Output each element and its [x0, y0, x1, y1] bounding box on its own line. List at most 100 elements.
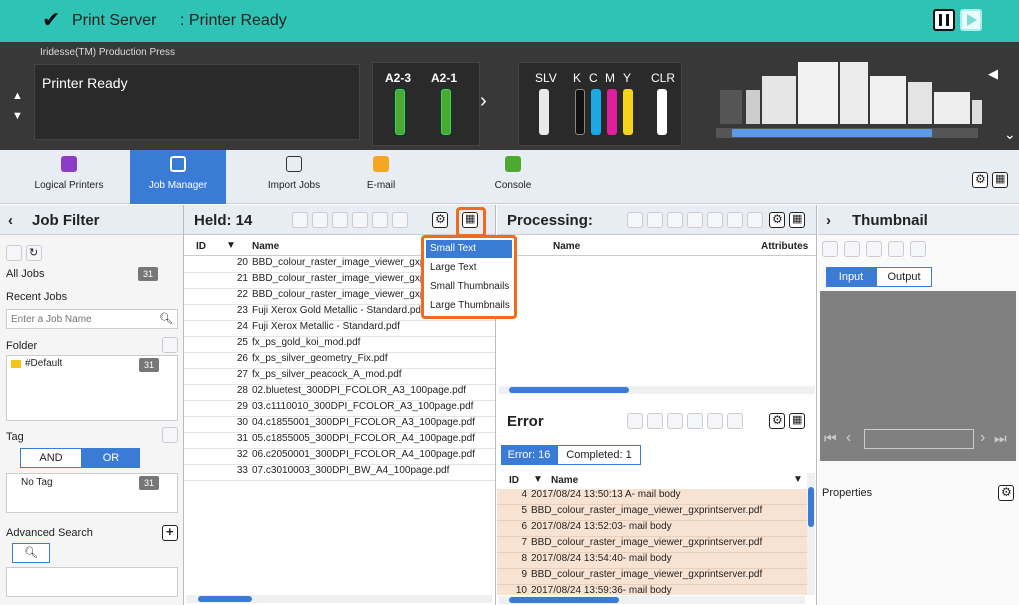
- properties-settings-button[interactable]: ⚙: [998, 485, 1014, 501]
- view-option-item[interactable]: Small Thumbnails: [426, 278, 512, 296]
- copy-button[interactable]: [667, 413, 683, 429]
- proof-button[interactable]: [312, 212, 328, 228]
- release-button[interactable]: [627, 413, 643, 429]
- fit-button[interactable]: [866, 241, 882, 257]
- table-row[interactable]: 7 BBD_colour_raster_image_viewer_gxprints…: [497, 537, 807, 553]
- table-row[interactable]: 30 04.c1855001_300DPI_FCOLOR_A3_100page.p…: [184, 417, 495, 433]
- chevron-down-icon[interactable]: ⌄: [1004, 126, 1016, 143]
- first-page-icon[interactable]: ⏮: [824, 430, 837, 447]
- table-row[interactable]: 4 2017/08/24 13:50:13 A- mail body: [497, 489, 807, 505]
- settings-button[interactable]: ⚙: [769, 413, 785, 429]
- delete-button[interactable]: [707, 413, 723, 429]
- toggle-view-button[interactable]: [6, 245, 22, 261]
- table-row[interactable]: 32 06.c2050001_300DPI_FCOLOR_A4_100page.p…: [184, 449, 495, 465]
- col-name-header[interactable]: Name: [252, 241, 279, 252]
- error-hscroll-thumb[interactable]: [509, 597, 619, 603]
- col-attributes-header[interactable]: Attributes: [761, 241, 808, 252]
- tab-output[interactable]: Output: [876, 267, 932, 287]
- tab-completed[interactable]: Completed: 1: [557, 445, 641, 465]
- processing-hscrollbar[interactable]: [499, 386, 815, 394]
- table-row[interactable]: 8 2017/08/24 13:54:40- mail body: [497, 553, 807, 569]
- last-page-icon[interactable]: ⏭: [994, 430, 1007, 447]
- chevron-right-icon[interactable]: ›: [480, 90, 487, 113]
- back-chevron-icon[interactable]: ‹: [8, 212, 13, 229]
- job-name-search[interactable]: 🔍︎: [6, 309, 178, 329]
- diagram-scroll-thumb[interactable]: [732, 129, 932, 137]
- filter-icon[interactable]: ▼: [533, 474, 543, 485]
- next-page-icon[interactable]: ›: [980, 429, 985, 447]
- table-row[interactable]: 33 07.c3010003_300DPI_BW_A4_100page.pdf: [184, 465, 495, 481]
- search-icon[interactable]: 🔍︎: [159, 312, 173, 325]
- view-options-button[interactable]: ▦: [789, 413, 805, 429]
- table-row[interactable]: 6 2017/08/24 13:52:03- mail body: [497, 521, 807, 537]
- held-scroll-thumb[interactable]: [198, 596, 252, 602]
- spread-button[interactable]: [888, 241, 904, 257]
- diagram-scrollbar[interactable]: [716, 128, 978, 138]
- table-row[interactable]: 25 fx_ps_gold_koi_mod.pdf: [184, 337, 495, 353]
- arrow-up-icon[interactable]: ▲: [12, 90, 23, 102]
- tag-button[interactable]: [162, 427, 178, 443]
- folder-item[interactable]: #Default: [25, 358, 62, 369]
- layout-button[interactable]: ▦: [992, 172, 1008, 188]
- list-button[interactable]: [727, 413, 743, 429]
- held-hscrollbar[interactable]: [186, 595, 492, 603]
- processing-scroll-thumb[interactable]: [509, 387, 629, 393]
- table-row[interactable]: 31 05.c1855005_300DPI_FCOLOR_A4_100page.p…: [184, 433, 495, 449]
- advanced-search-button[interactable]: 🔍︎: [12, 543, 50, 563]
- pause-button[interactable]: [933, 9, 955, 31]
- move-button[interactable]: [352, 212, 368, 228]
- table-row[interactable]: 26 fx_ps_silver_geometry_Fix.pdf: [184, 353, 495, 369]
- tab-job-manager[interactable]: Job Manager: [130, 150, 226, 204]
- move-button[interactable]: [687, 413, 703, 429]
- settings-button[interactable]: ⚙: [432, 212, 448, 228]
- delete-button[interactable]: [372, 212, 388, 228]
- col-name-header[interactable]: Name: [551, 475, 578, 486]
- all-jobs-label[interactable]: All Jobs: [6, 268, 45, 280]
- up-button[interactable]: [687, 212, 703, 228]
- recent-jobs-label[interactable]: Recent Jobs: [6, 291, 67, 303]
- table-row[interactable]: 29 03.c1110010_300DPI_FCOLOR_A3_100page.p…: [184, 401, 495, 417]
- page-number-field[interactable]: [864, 429, 974, 449]
- tab-error[interactable]: Error: 16: [501, 445, 557, 465]
- refresh-button[interactable]: ↻: [26, 245, 42, 261]
- proof-button[interactable]: [647, 413, 663, 429]
- col-id-header[interactable]: ID: [509, 475, 519, 486]
- view-option-item[interactable]: Large Thumbnails: [426, 297, 512, 315]
- tag-and-button[interactable]: AND: [20, 448, 82, 468]
- table-row[interactable]: 24 Fuji Xerox Metallic - Standard.pdf: [184, 321, 495, 337]
- delete-button[interactable]: [727, 212, 743, 228]
- view-option-item[interactable]: Small Text: [426, 240, 512, 258]
- top-button[interactable]: [667, 212, 683, 228]
- add-folder-button[interactable]: [162, 337, 178, 353]
- table-row[interactable]: 27 fx_ps_silver_peacock_A_mod.pdf: [184, 369, 495, 385]
- no-tag-item[interactable]: No Tag: [21, 477, 53, 488]
- release-button[interactable]: [292, 212, 308, 228]
- table-row[interactable]: 9 BBD_colour_raster_image_viewer_gxprints…: [497, 569, 807, 585]
- error-scroll-thumb[interactable]: [808, 487, 814, 527]
- settings-button[interactable]: ⚙: [769, 212, 785, 228]
- table-row[interactable]: 5 BBD_colour_raster_image_viewer_gxprints…: [497, 505, 807, 521]
- list-button[interactable]: [392, 212, 408, 228]
- play-button[interactable]: [822, 241, 838, 257]
- table-row[interactable]: 28 02.bluetest_300DPI_FCOLOR_A3_100page.p…: [184, 385, 495, 401]
- zoom-button[interactable]: [910, 241, 926, 257]
- copy-button[interactable]: [647, 212, 663, 228]
- tab-input[interactable]: Input: [826, 267, 876, 287]
- view-option-item[interactable]: Large Text: [426, 259, 512, 277]
- expand-chevron-icon[interactable]: ›: [826, 212, 831, 229]
- arrow-down-icon[interactable]: ▼: [12, 110, 23, 122]
- view-options-button[interactable]: ▦: [789, 212, 805, 228]
- tab-import-jobs[interactable]: Import Jobs: [254, 150, 334, 204]
- job-name-input[interactable]: [7, 310, 147, 328]
- tab-console[interactable]: Console: [488, 150, 538, 204]
- down-button[interactable]: [707, 212, 723, 228]
- error-hscrollbar[interactable]: [499, 596, 805, 604]
- copy-button[interactable]: [332, 212, 348, 228]
- undo-button[interactable]: [627, 212, 643, 228]
- settings-button[interactable]: ⚙: [972, 172, 988, 188]
- filter-icon[interactable]: ▼: [226, 240, 236, 251]
- filter-icon[interactable]: ▼: [793, 474, 803, 485]
- table-row[interactable]: 10 2017/08/24 13:59:36- mail body: [497, 585, 807, 595]
- list-button[interactable]: [747, 212, 763, 228]
- col-id-header[interactable]: ID: [196, 241, 206, 252]
